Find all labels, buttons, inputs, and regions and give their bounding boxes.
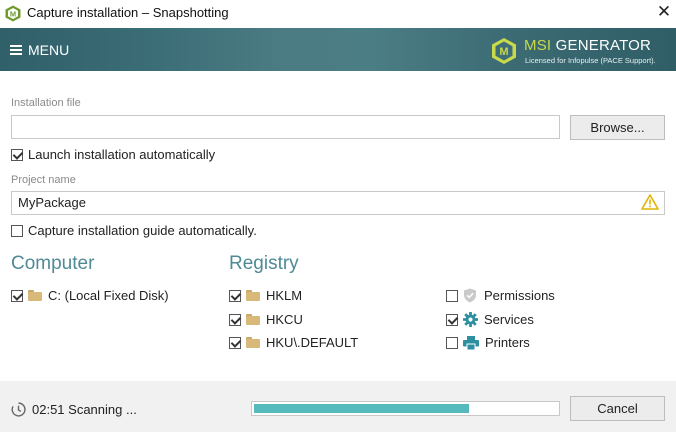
app-logo-letter: M — [10, 10, 16, 19]
services-checkbox[interactable]: Services — [446, 312, 534, 327]
launch-auto-label: Launch installation automatically — [28, 147, 216, 162]
registry-item-hku-default[interactable]: HKU\.DEFAULT — [229, 335, 358, 350]
window-title: Capture installation – Snapshotting — [27, 5, 229, 20]
close-icon[interactable]: ✕ — [654, 2, 674, 22]
printers-label: Printers — [485, 335, 530, 350]
registry-item-label: HKCU — [266, 312, 303, 327]
checkbox-unchecked-icon — [446, 336, 458, 349]
checkbox-checked-icon — [229, 313, 241, 326]
project-name-input[interactable]: MyPackage — [11, 191, 665, 215]
browse-button[interactable]: Browse... — [570, 115, 665, 140]
title-bar: M Capture installation – Snapshotting ✕ — [0, 0, 676, 27]
checkbox-unchecked-icon — [446, 289, 458, 302]
gear-icon — [463, 312, 478, 327]
warning-icon — [641, 194, 659, 210]
printer-icon — [463, 335, 479, 350]
brand-logo-letter: M — [499, 46, 508, 58]
brand-suffix: GENERATOR — [551, 37, 652, 54]
scan-progress-bar — [251, 401, 560, 416]
brand-license: Licensed for Infopulse (PACE Support). — [525, 56, 656, 65]
registry-item-hkcu[interactable]: HKCU — [229, 312, 303, 327]
registry-section-title: Registry — [229, 253, 299, 274]
computer-item-c-drive[interactable]: C: (Local Fixed Disk) — [11, 288, 169, 303]
registry-item-label: HKU\.DEFAULT — [266, 335, 359, 350]
launch-auto-checkbox[interactable]: Launch installation automatically — [11, 147, 215, 162]
brand-name: MSI GENERATOR — [524, 37, 651, 54]
folder-icon — [246, 290, 260, 301]
checkbox-checked-icon — [446, 313, 458, 326]
checkbox-checked-icon — [229, 289, 241, 302]
menu-button[interactable]: MENU — [10, 28, 69, 71]
app-logo-icon: M — [5, 5, 21, 22]
services-label: Services — [484, 312, 534, 327]
cancel-button[interactable]: Cancel — [570, 396, 665, 421]
menu-label: MENU — [28, 41, 70, 58]
checkbox-checked-icon — [11, 148, 23, 161]
permissions-checkbox[interactable]: Permissions — [446, 288, 555, 303]
registry-item-label: HKLM — [266, 288, 303, 303]
brand-hex-icon: M — [492, 38, 516, 64]
checkbox-checked-icon — [11, 289, 23, 302]
checkbox-checked-icon — [229, 336, 241, 349]
brand-prefix: MSI — [524, 37, 552, 54]
folder-icon — [28, 290, 42, 301]
computer-section-title: Computer — [11, 253, 95, 274]
folder-icon — [246, 314, 260, 325]
installation-file-input[interactable] — [11, 115, 560, 139]
header-bar: MENU M MSI GENERATOR Licensed for Infopu… — [0, 28, 676, 71]
status-text: 02:51 Scanning ... — [32, 402, 137, 417]
clock-icon — [11, 402, 26, 417]
hamburger-icon — [10, 44, 22, 55]
brand-logo: M MSI GENERATOR Licensed for Infopulse (… — [491, 35, 671, 67]
computer-item-label: C: (Local Fixed Disk) — [48, 288, 169, 303]
registry-item-hklm[interactable]: HKLM — [229, 288, 302, 303]
installation-file-label: Installation file — [11, 97, 81, 109]
printers-checkbox[interactable]: Printers — [446, 335, 530, 350]
capture-guide-checkbox[interactable]: Capture installation guide automatically… — [11, 223, 257, 238]
project-name-label: Project name — [11, 174, 76, 186]
permissions-label: Permissions — [484, 288, 555, 303]
progress-fill — [254, 404, 469, 413]
capture-guide-label: Capture installation guide automatically… — [28, 223, 257, 238]
shield-icon — [464, 288, 476, 303]
folder-icon — [246, 337, 260, 348]
checkbox-unchecked-icon — [11, 224, 23, 237]
